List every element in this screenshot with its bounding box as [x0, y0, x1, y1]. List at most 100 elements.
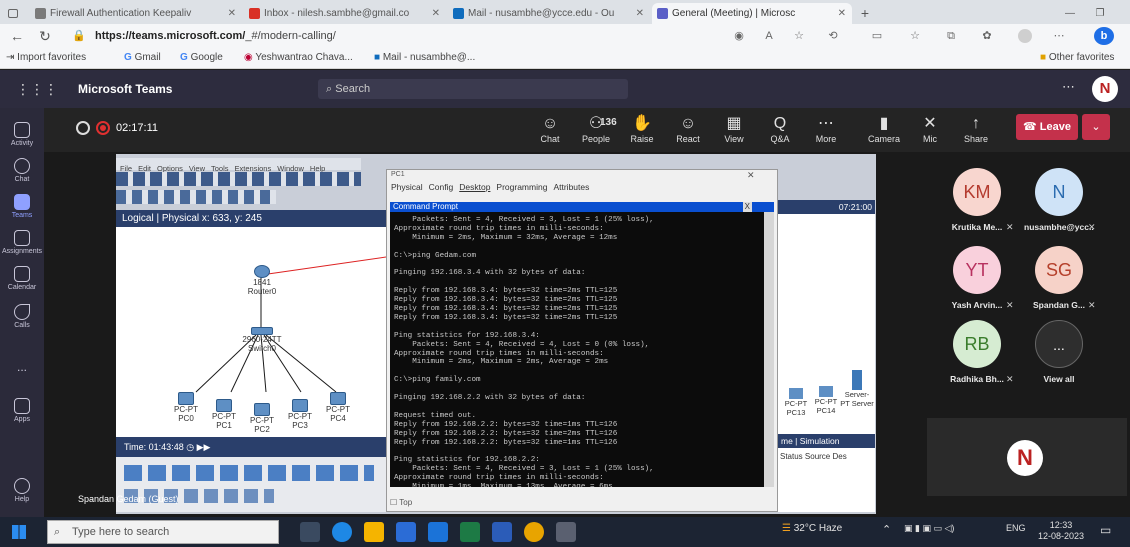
url-field[interactable]: https://teams.microsoft.com/_#/modern-ca…	[95, 27, 655, 45]
chrome-icon[interactable]	[524, 522, 544, 542]
read-aloud-icon[interactable]: A	[762, 29, 776, 43]
switch-device[interactable]: 2960-24TT Switch0	[236, 327, 288, 353]
pc-device[interactable]: PC-PT PC1	[206, 399, 242, 430]
rail-item-help[interactable]: Help	[0, 478, 44, 503]
favorite-star-icon[interactable]: ☆	[792, 29, 806, 43]
participant-avatar[interactable]: YT	[953, 246, 1001, 294]
simulation-tab[interactable]: me | Simulation	[778, 434, 875, 448]
rail-item-apps[interactable]: Apps	[0, 398, 44, 423]
tab-attributes[interactable]: Attributes	[553, 182, 589, 192]
gmail-bookmark[interactable]: G Gmail	[124, 52, 161, 63]
close-icon[interactable]: ✕	[636, 3, 644, 24]
rail-item-teams[interactable]: Teams	[0, 194, 44, 219]
search-input[interactable]: ⌕ Search	[318, 79, 628, 99]
participant-avatar[interactable]: RB	[953, 320, 1001, 368]
excel-icon[interactable]	[460, 522, 480, 542]
participant-avatar[interactable]: ...	[1035, 320, 1083, 368]
mail-bookmark[interactable]: ■ Mail - nusambhe@...	[374, 52, 475, 63]
weather-widget[interactable]: ☰ 32°C Haze	[782, 523, 842, 534]
tab-outlook[interactable]: Mail - nusambhe@ycce.edu - Ou ✕	[448, 3, 650, 24]
close-icon[interactable]: ✕	[747, 170, 755, 181]
pc-device[interactable]: PC-PT PC3	[282, 399, 318, 430]
restore-icon[interactable]: ❐	[1090, 3, 1110, 24]
import-favorites-link[interactable]: ⇥ Import favorites	[6, 52, 86, 63]
meeting-control-raise[interactable]: ✋ Raise	[622, 114, 662, 144]
pt-right-workspace[interactable]: 07:21:00 PC-PT PC13 PC-PT PC14 Server-PT…	[778, 200, 875, 512]
tray-icons[interactable]: ▣ ▮ ▣ ▭ ◁)	[904, 523, 954, 534]
rail-more-button[interactable]: ...	[0, 360, 44, 374]
command-prompt-output[interactable]: Packets: Sent = 4, Received = 3, Lost = …	[390, 212, 764, 487]
close-icon[interactable]: ✕	[838, 3, 846, 24]
packet-tracer-icon[interactable]	[556, 522, 576, 542]
google-bookmark[interactable]: G Google	[180, 52, 223, 63]
rail-item-chat[interactable]: Chat	[0, 158, 44, 183]
language-indicator[interactable]: ENG	[1006, 523, 1026, 533]
tab-desktop[interactable]: Desktop	[459, 182, 490, 192]
windows-start-icon[interactable]	[12, 525, 26, 539]
meeting-control-qa[interactable]: Q Q&A	[760, 114, 800, 144]
close-icon[interactable]: ✕	[228, 3, 236, 24]
tab-config[interactable]: Config	[429, 182, 454, 192]
pc-device[interactable]: PC-PT PC0	[168, 392, 204, 423]
profile-icon[interactable]	[1018, 29, 1032, 43]
router-device[interactable]: 1841 Router0	[244, 265, 280, 296]
top-checkbox[interactable]: ☐ Top	[390, 498, 412, 507]
yeshwantrao-bookmark[interactable]: ◉ Yeshwantrao Chava...	[244, 52, 353, 63]
meeting-control-react[interactable]: ☺ React	[668, 114, 708, 144]
back-icon[interactable]: ←	[8, 27, 26, 45]
other-favorites-link[interactable]: ■ Other favorites	[1040, 52, 1114, 63]
task-view-icon[interactable]	[300, 522, 320, 542]
edge-icon[interactable]	[332, 522, 352, 542]
device-categories[interactable]	[124, 465, 374, 481]
word-icon[interactable]	[492, 522, 512, 542]
meeting-control-share[interactable]: ↑ Share	[956, 114, 996, 144]
app-launcher-icon[interactable]: ⋮⋮⋮	[16, 81, 58, 98]
meeting-control-chat[interactable]: ☺ Chat	[530, 114, 570, 144]
meeting-control-view[interactable]: ▦ View	[714, 114, 754, 144]
new-tab-button[interactable]: +	[856, 3, 874, 24]
meeting-control-more[interactable]: ⋯ More	[806, 114, 846, 144]
minimize-icon[interactable]: —	[1060, 3, 1080, 24]
rail-item-assignments[interactable]: Assignments	[0, 230, 44, 255]
user-avatar[interactable]: N	[1092, 76, 1118, 102]
pt-toolbar-2[interactable]	[116, 190, 276, 204]
tab-teams-meeting[interactable]: General (Meeting) | Microsc ✕	[652, 3, 852, 24]
close-icon[interactable]: X	[742, 202, 752, 212]
meeting-control-mic[interactable]: ✕ Mic	[910, 114, 950, 144]
leave-button[interactable]: ☎ Leave	[1016, 114, 1078, 140]
more-options-icon[interactable]: ⋯	[1062, 79, 1075, 95]
tab-actions-icon[interactable]	[6, 3, 20, 24]
tab-programming[interactable]: Programming	[496, 182, 547, 192]
tab-physical[interactable]: Physical	[391, 182, 423, 192]
file-explorer-icon[interactable]	[364, 522, 384, 542]
extension-icon[interactable]: ⟲	[826, 29, 840, 43]
rail-item-calendar[interactable]: Calendar	[0, 266, 44, 291]
participant-avatar[interactable]: SG	[1035, 246, 1083, 294]
refresh-icon[interactable]: ↻	[36, 27, 54, 45]
settings-more-icon[interactable]: ⋯	[1052, 29, 1066, 43]
server-device[interactable]: Server-PT Server	[840, 370, 874, 408]
show-hidden-icons[interactable]: ⌃	[882, 523, 891, 536]
tab-gmail[interactable]: Inbox - nilesh.sambhe@gmail.co ✕	[244, 3, 446, 24]
meeting-control-people[interactable]: ⚇ 136 People	[576, 114, 617, 144]
scrollbar[interactable]	[764, 212, 774, 487]
rail-item-activity[interactable]: Activity	[0, 122, 44, 147]
pt-toolbar-1[interactable]	[116, 172, 361, 186]
tab-firewall[interactable]: Firewall Authentication Keepaliv ✕	[30, 3, 242, 24]
rail-item-calls[interactable]: Calls	[0, 304, 44, 329]
logical-tab-bar[interactable]: Logical | Physical x: 633, y: 245	[116, 210, 386, 227]
collections-icon[interactable]: ⧉	[944, 29, 958, 43]
split-screen-icon[interactable]: ▭	[870, 29, 884, 43]
meeting-control-camera[interactable]: ▮ Camera	[864, 114, 904, 144]
camera-permission-icon[interactable]: ◉	[732, 29, 746, 43]
mail-icon[interactable]	[428, 522, 448, 542]
pc-device[interactable]: PC-PT PC4	[320, 392, 356, 423]
store-icon[interactable]	[396, 522, 416, 542]
bing-icon[interactable]: b	[1094, 27, 1114, 45]
favorites-icon[interactable]: ☆	[908, 29, 922, 43]
leave-options-button[interactable]: ⌄	[1082, 114, 1110, 140]
pc-device[interactable]: PC-PT PC14	[808, 386, 844, 415]
taskbar-search-input[interactable]: ⌕ Type here to search	[47, 520, 279, 544]
extensions-icon[interactable]: ✿	[980, 29, 994, 43]
participant-avatar[interactable]: KM	[953, 168, 1001, 216]
